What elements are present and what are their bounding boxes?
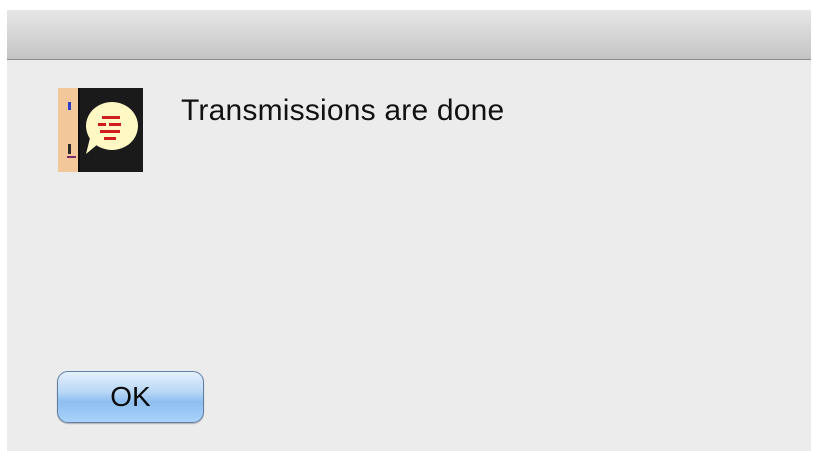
ok-button[interactable]: OK (57, 371, 204, 423)
alert-dialog: Transmissions are done OK (7, 10, 811, 451)
ok-button-label: OK (110, 381, 151, 412)
window-titlebar[interactable] (7, 10, 811, 60)
dialog-message: Transmissions are done (181, 94, 505, 127)
speech-bubble-face-icon (58, 88, 143, 172)
